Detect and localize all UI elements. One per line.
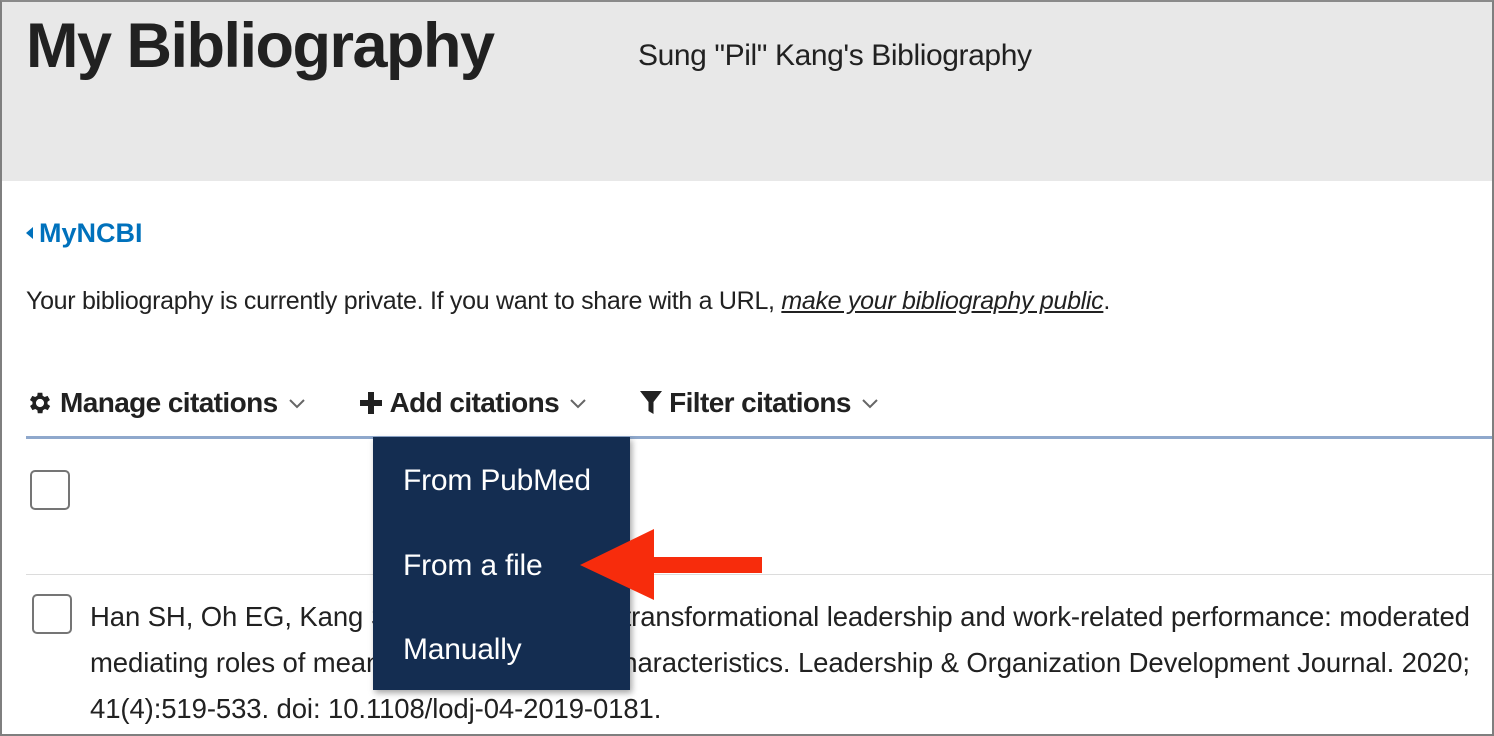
manage-citations-button[interactable]: Manage citations	[26, 387, 306, 419]
filter-icon	[639, 389, 663, 417]
plus-icon	[358, 390, 384, 416]
privacy-suffix: .	[1103, 287, 1111, 315]
chevron-down-icon	[861, 397, 879, 409]
citation-text: Han SH, Oh EG, Kang SP. Linking between …	[90, 601, 1470, 724]
filter-citations-label: Filter citations	[669, 387, 851, 418]
page-frame: My Bibliography Sung "Pil" Kang's Biblio…	[0, 0, 1494, 736]
myncbi-back-link[interactable]: MyNCBI	[26, 215, 143, 251]
myncbi-link-label: MyNCBI	[39, 218, 143, 248]
menu-item-from-pubmed[interactable]: From PubMed	[403, 461, 591, 501]
menu-item-from-a-file[interactable]: From a file	[403, 546, 543, 586]
privacy-text: Your bibliography is currently private. …	[26, 287, 782, 315]
privacy-notice: Your bibliography is currently private. …	[26, 283, 1110, 319]
gear-icon	[26, 389, 54, 417]
chevron-down-icon	[288, 397, 306, 409]
page-title: My Bibliography	[26, 11, 495, 81]
page-header: My Bibliography Sung "Pil" Kang's Biblio…	[2, 2, 1492, 181]
make-public-link[interactable]: make your bibliography public	[781, 287, 1103, 315]
citations-toolbar: Manage citations Add citations Filter ci…	[26, 380, 879, 426]
citation-checkbox[interactable]	[32, 594, 72, 634]
red-arrow-annotation-icon	[580, 529, 762, 600]
caret-left-icon	[26, 227, 33, 239]
toolbar-divider	[26, 436, 1492, 439]
add-citations-label: Add citations	[389, 387, 560, 418]
menu-item-manually[interactable]: Manually	[403, 630, 522, 670]
filter-citations-button[interactable]: Filter citations	[639, 387, 879, 419]
chevron-down-icon	[569, 397, 587, 409]
add-citations-button[interactable]: Add citations	[358, 387, 588, 419]
select-all-checkbox[interactable]	[30, 470, 70, 510]
bibliography-owner: Sung "Pil" Kang's Bibliography	[638, 39, 1032, 72]
manage-citations-label: Manage citations	[60, 387, 278, 418]
